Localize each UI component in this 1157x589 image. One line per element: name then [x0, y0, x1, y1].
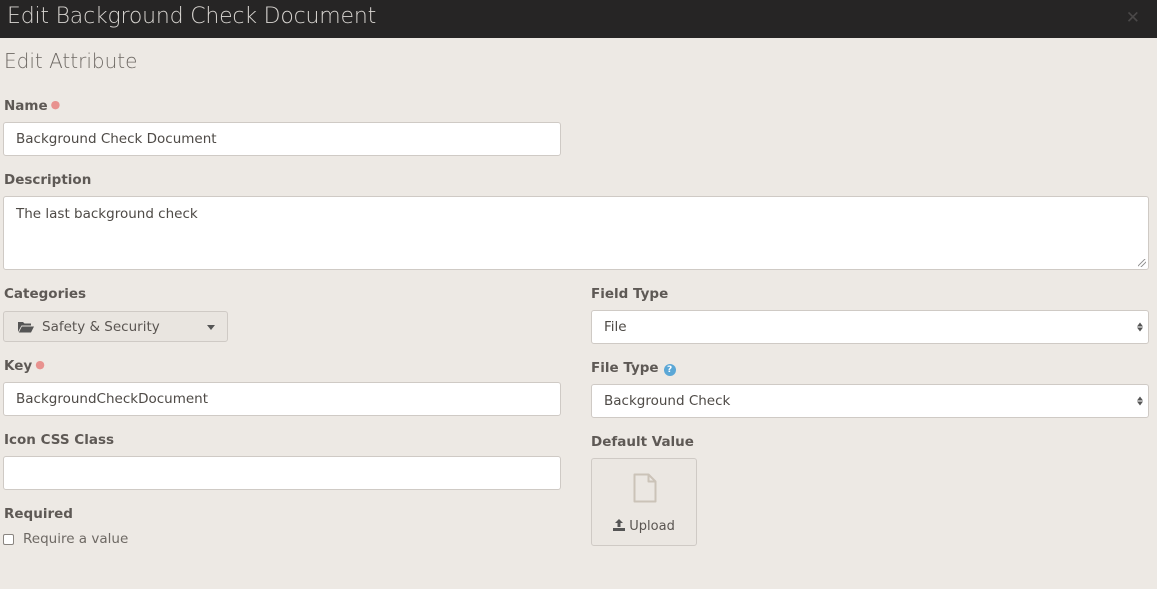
caret-down-icon	[207, 325, 215, 330]
name-label-text: Name	[4, 98, 48, 114]
upload-button[interactable]: Upload	[591, 458, 697, 546]
description-textarea[interactable]: The last background check	[3, 196, 1149, 270]
close-icon[interactable]: ✕	[1126, 8, 1140, 28]
file-type-label: File Type?	[591, 360, 676, 376]
modal-header: Edit Background Check Document ✕	[0, 0, 1157, 38]
name-label: Name ●	[4, 98, 60, 114]
question-circle-icon[interactable]: ?	[663, 364, 676, 376]
file-type-select[interactable]: Background Check	[591, 384, 1149, 418]
key-input-value: BackgroundCheckDocument	[16, 391, 209, 407]
select-arrows-icon	[1137, 322, 1143, 332]
upload-label: Upload	[592, 519, 696, 534]
upload-icon	[613, 519, 626, 531]
modal-title: Edit Background Check Document	[7, 4, 377, 29]
name-input-value: Background Check Document	[16, 131, 217, 147]
default-value-label: Default Value	[591, 434, 694, 450]
required-marker: ●	[50, 98, 61, 111]
categories-label: Categories	[4, 286, 87, 302]
file-type-label-text: File Type	[591, 360, 659, 376]
select-arrows-icon	[1137, 396, 1143, 406]
categories-dropdown[interactable]: Safety & Security	[3, 311, 228, 342]
categories-value: Safety & Security	[42, 318, 160, 335]
file-type-value: Background Check	[604, 393, 731, 409]
require-value-label[interactable]: Require a value	[23, 531, 128, 547]
file-icon	[633, 473, 657, 507]
key-label-text: Key	[4, 358, 33, 374]
section-title: Edit Attribute	[4, 49, 138, 73]
resize-handle-icon[interactable]	[1138, 259, 1146, 267]
name-input[interactable]: Background Check Document	[3, 122, 561, 156]
key-input[interactable]: BackgroundCheckDocument	[3, 382, 561, 416]
folder-open-icon	[18, 321, 34, 333]
required-marker: ●	[35, 358, 45, 371]
field-type-label: Field Type	[591, 286, 669, 302]
description-label: Description	[4, 172, 92, 188]
required-label: Required	[4, 506, 73, 522]
field-type-select[interactable]: File	[591, 310, 1149, 344]
require-value-checkbox[interactable]	[3, 534, 14, 545]
field-type-value: File	[604, 319, 627, 335]
icon-css-class-input[interactable]	[3, 456, 561, 490]
description-value: The last background check	[16, 206, 198, 222]
icon-css-class-label: Icon CSS Class	[4, 432, 115, 448]
upload-label-text: Upload	[629, 519, 675, 534]
key-label: Key ●	[4, 358, 45, 374]
